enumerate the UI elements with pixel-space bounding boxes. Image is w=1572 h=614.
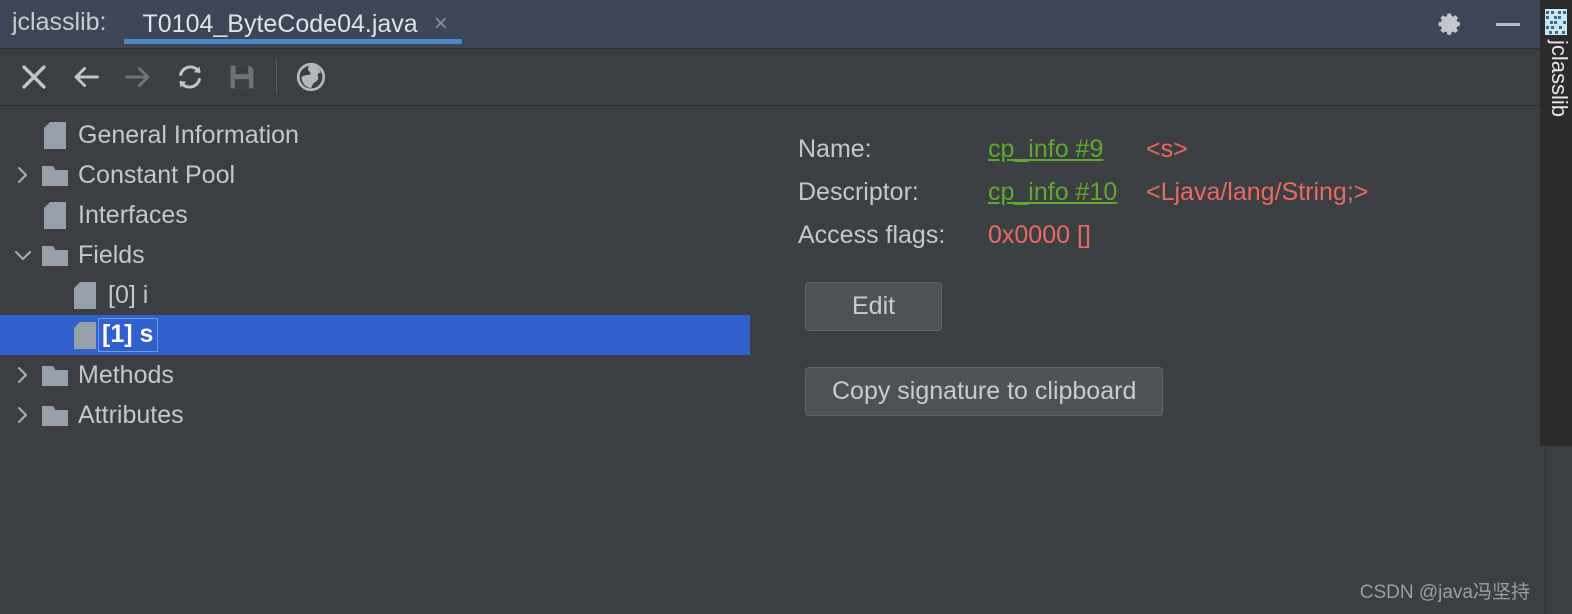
reload-button[interactable] <box>164 54 216 100</box>
main-content: General Information Constant Pool Interf… <box>0 107 1540 614</box>
field-detail-pane: Name: cp_info #9 <s> Descriptor: cp_info… <box>760 107 1540 614</box>
tree-item-constant-pool[interactable]: Constant Pool <box>0 155 750 195</box>
save-button[interactable] <box>216 54 268 100</box>
back-arrow-icon <box>74 67 99 87</box>
copy-signature-button[interactable]: Copy signature to clipboard <box>805 367 1164 416</box>
tree-item-label: Constant Pool <box>78 160 236 189</box>
file-icon <box>38 195 72 235</box>
tree-item-label: Fields <box>78 240 145 269</box>
reload-icon <box>179 65 201 89</box>
tab-active-underline <box>124 39 462 44</box>
watermark-text: CSDN @java冯坚持 <box>1359 582 1530 603</box>
name-label: Name: <box>798 135 872 163</box>
right-tool-strip[interactable]: jclasslib <box>1540 0 1572 446</box>
tree-item-general-information[interactable]: General Information <box>0 115 750 155</box>
right-tool-strip-label[interactable]: jclasslib <box>1540 40 1572 117</box>
chevron-right-icon[interactable] <box>8 355 38 395</box>
tree-item-label: [0] i <box>108 280 149 309</box>
right-strip-divider <box>1545 446 1546 614</box>
folder-icon <box>38 235 72 275</box>
browse-globe-icon <box>296 62 326 92</box>
toolbar-separator <box>276 60 277 94</box>
app-name-label: jclasslib: <box>12 8 107 36</box>
tab-T0104_ByteCode04-java[interactable]: T0104_ByteCode04.java × <box>124 0 462 48</box>
detail-row-descriptor: Descriptor: cp_info #10 <Ljava/lang/Stri… <box>798 178 1540 221</box>
tree-item-label: General Information <box>78 120 299 149</box>
tree-item-label: [1] s <box>97 318 159 352</box>
descriptor-label: Descriptor: <box>798 178 919 206</box>
tab-label: T0104_ByteCode04.java <box>142 9 418 38</box>
descriptor-value: <Ljava/lang/String;> <box>1146 178 1369 206</box>
save-icon <box>230 65 254 89</box>
detail-row-name: Name: cp_info #9 <s> <box>798 135 1540 178</box>
tree-item-label: Attributes <box>78 400 184 429</box>
descriptor-cp-info-link[interactable]: cp_info #10 <box>988 178 1146 207</box>
tree-item-field-1-s[interactable]: [1] s <box>0 315 750 355</box>
folder-icon <box>38 155 72 195</box>
file-icon <box>68 275 102 315</box>
forward-button[interactable] <box>112 54 164 100</box>
folder-icon <box>38 395 72 435</box>
structure-tree[interactable]: General Information Constant Pool Interf… <box>0 107 750 614</box>
forward-arrow-icon <box>125 67 150 87</box>
tree-item-label: Interfaces <box>78 200 188 229</box>
name-value: <s> <box>1146 135 1188 163</box>
access-flags-value: 0x0000 [] <box>988 221 1091 249</box>
browse-button[interactable] <box>285 54 337 100</box>
toolbar <box>0 48 1540 106</box>
jclasslib-window: jclasslib: T0104_ByteCode04.java × Gener… <box>0 0 1572 614</box>
minimize-button[interactable] <box>1494 10 1522 38</box>
edit-button[interactable]: Edit <box>805 282 943 331</box>
close-file-button[interactable] <box>8 54 60 100</box>
chevron-right-icon[interactable] <box>8 155 38 195</box>
close-icon <box>22 65 46 89</box>
tree-item-label: Methods <box>78 360 174 389</box>
tab-close-icon[interactable]: × <box>434 12 448 36</box>
file-icon <box>68 315 102 355</box>
tree-item-interfaces[interactable]: Interfaces <box>0 195 750 235</box>
detail-row-access-flags: Access flags: 0x0000 [] <box>798 221 1540 264</box>
file-icon <box>38 115 72 155</box>
folder-icon <box>38 355 72 395</box>
tree-item-fields[interactable]: Fields <box>0 235 750 275</box>
name-cp-info-link[interactable]: cp_info #9 <box>988 135 1146 164</box>
tree-item-attributes[interactable]: Attributes <box>0 395 750 435</box>
tree-item-methods[interactable]: Methods <box>0 355 750 395</box>
tree-item-field-0-i[interactable]: [0] i <box>0 275 750 315</box>
chevron-down-icon[interactable] <box>8 235 38 275</box>
right-strip-lower-area <box>1546 446 1572 614</box>
title-bar: jclasslib: T0104_ByteCode04.java × <box>0 0 1540 48</box>
settings-gear-icon[interactable] <box>1436 10 1464 38</box>
binary-code-icon <box>1545 9 1567 35</box>
window-controls <box>1436 0 1540 48</box>
back-button[interactable] <box>60 54 112 100</box>
chevron-right-icon[interactable] <box>8 395 38 435</box>
access-flags-label: Access flags: <box>798 221 946 249</box>
